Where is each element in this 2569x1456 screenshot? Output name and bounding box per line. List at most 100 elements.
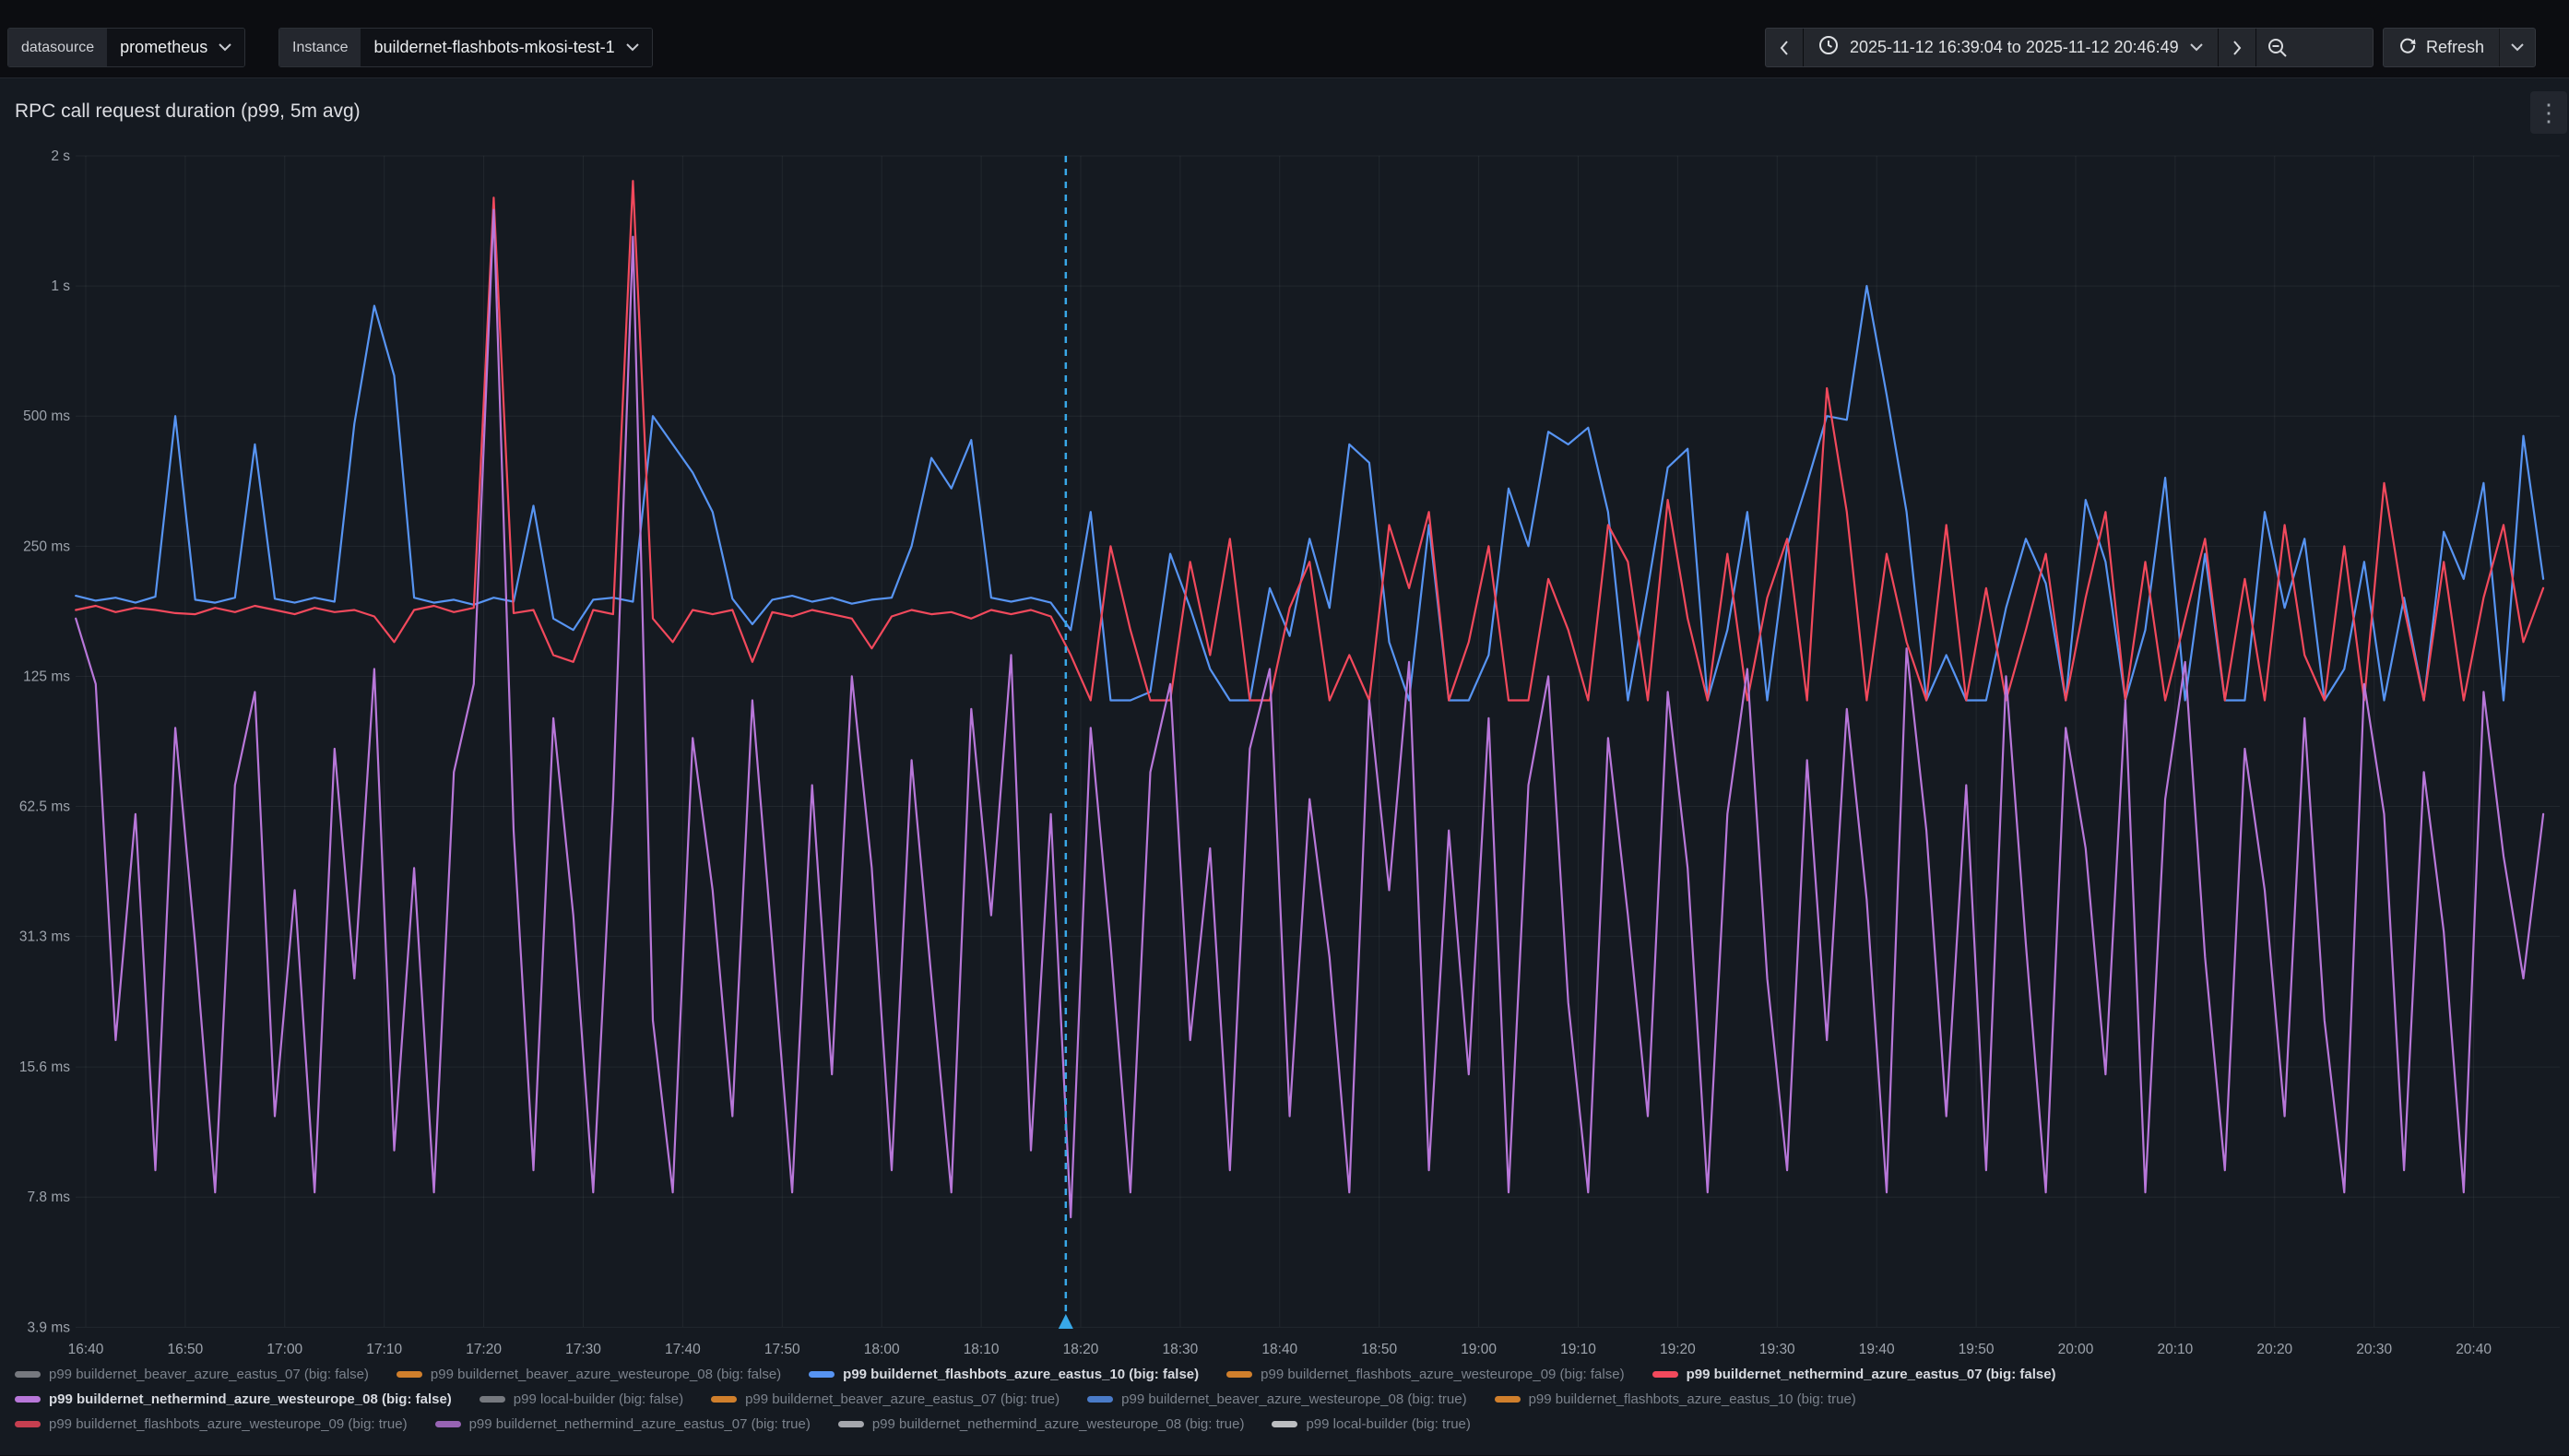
x-tick-label: 19:10 (1560, 1342, 1596, 1357)
legend-item[interactable]: p99 buildernet_flashbots_azure_westeurop… (15, 1416, 408, 1432)
x-tick-label: 16:40 (68, 1342, 104, 1357)
legend-item[interactable]: p99 buildernet_nethermind_azure_eastus_0… (435, 1416, 811, 1432)
legend-series-label: p99 buildernet_flashbots_azure_eastus_10… (1529, 1391, 1856, 1407)
legend-series-label: p99 buildernet_flashbots_azure_westeurop… (1261, 1367, 1624, 1382)
x-tick-label: 20:30 (2356, 1342, 2392, 1357)
y-tick-label: 2 s (51, 148, 70, 164)
x-tick-label: 20:00 (2058, 1342, 2094, 1357)
legend-series-marker (15, 1421, 41, 1427)
series-line-1[interactable] (76, 286, 2543, 700)
legend-series-label: p99 buildernet_nethermind_azure_eastus_0… (1687, 1367, 2056, 1382)
x-tick-label: 20:40 (2456, 1342, 2492, 1357)
chevron-down-icon (2190, 43, 2203, 52)
datasource-value-text: prometheus (120, 38, 207, 57)
legend-item[interactable]: p99 buildernet_beaver_azure_westeurope_0… (1087, 1391, 1466, 1407)
chevron-down-icon (626, 43, 639, 52)
legend-series-label: p99 buildernet_beaver_azure_westeurope_0… (431, 1367, 781, 1382)
legend-series-marker (15, 1371, 41, 1378)
legend-series-label: p99 buildernet_flashbots_azure_eastus_10… (843, 1367, 1199, 1382)
legend-series-marker (711, 1396, 737, 1403)
legend-item[interactable]: p99 buildernet_nethermind_azure_westeuro… (838, 1416, 1245, 1432)
y-tick-label: 1 s (51, 278, 70, 294)
legend-item[interactable]: p99 buildernet_flashbots_azure_westeurop… (1226, 1367, 1624, 1382)
x-tick-label: 18:00 (864, 1342, 900, 1357)
time-range-controls: 2025-11-12 16:39:04 to 2025-11-12 20:46:… (1765, 28, 2374, 67)
x-tick-label: 19:20 (1660, 1342, 1696, 1357)
legend-series-marker (1272, 1421, 1297, 1427)
legend-item[interactable]: p99 local-builder (big: false) (479, 1391, 683, 1407)
series-line-2[interactable] (76, 181, 2543, 700)
legend-row: p99 buildernet_beaver_azure_eastus_07 (b… (15, 1362, 2556, 1387)
legend-series-marker (1652, 1371, 1678, 1378)
legend-series-label: p99 local-builder (big: false) (514, 1391, 683, 1407)
legend-series-label: p99 buildernet_nethermind_azure_westeuro… (49, 1391, 452, 1407)
legend-series-marker (1495, 1396, 1521, 1403)
y-tick-label: 62.5 ms (19, 799, 70, 815)
x-tick-label: 19:40 (1859, 1342, 1895, 1357)
series-line-3[interactable] (76, 210, 2543, 1218)
legend-item[interactable]: p99 buildernet_flashbots_azure_eastus_10… (809, 1367, 1199, 1382)
legend-row: p99 buildernet_flashbots_azure_westeurop… (15, 1412, 2556, 1437)
time-range-picker[interactable]: 2025-11-12 16:39:04 to 2025-11-12 20:46:… (1804, 29, 2218, 66)
legend-series-marker (809, 1371, 835, 1378)
legend-series-marker (1087, 1396, 1113, 1403)
refresh-controls: Refresh (2383, 28, 2536, 67)
x-tick-label: 20:20 (2256, 1342, 2292, 1357)
legend-series-marker (479, 1396, 505, 1403)
legend-item[interactable]: p99 local-builder (big: true) (1272, 1416, 1470, 1432)
legend-series-label: p99 buildernet_beaver_azure_westeurope_0… (1121, 1391, 1466, 1407)
legend-series-label: p99 buildernet_nethermind_azure_eastus_0… (469, 1416, 811, 1432)
legend-series-marker (1226, 1371, 1252, 1378)
annotation-marker[interactable] (1059, 1314, 1073, 1329)
legend-series-label: p99 buildernet_beaver_azure_eastus_07 (b… (49, 1367, 369, 1382)
legend-item[interactable]: p99 buildernet_flashbots_azure_eastus_10… (1495, 1391, 1856, 1407)
legend-series-label: p99 buildernet_beaver_azure_eastus_07 (b… (745, 1391, 1060, 1407)
dashboard-toolbar: datasource prometheus Instance builderne… (0, 0, 2569, 77)
legend-series-marker (838, 1421, 864, 1427)
refresh-icon (2398, 36, 2417, 59)
timeseries-panel: RPC call request duration (p99, 5m avg) … (0, 77, 2569, 1455)
time-range-text: 2025-11-12 16:39:04 to 2025-11-12 20:46:… (1850, 38, 2179, 57)
y-tick-label: 500 ms (23, 408, 70, 424)
datasource-picker[interactable]: datasource prometheus (7, 28, 245, 67)
y-tick-label: 125 ms (23, 669, 70, 684)
x-tick-label: 20:10 (2158, 1342, 2194, 1357)
zoom-out-button[interactable] (2256, 29, 2299, 66)
instance-value[interactable]: buildernet-flashbots-mkosi-test-1 (361, 29, 651, 66)
refresh-button[interactable]: Refresh (2384, 29, 2499, 66)
legend-item[interactable]: p99 buildernet_beaver_azure_westeurope_0… (397, 1367, 781, 1382)
x-tick-label: 17:00 (266, 1342, 302, 1357)
instance-picker[interactable]: Instance buildernet-flashbots-mkosi-test… (278, 28, 653, 67)
datasource-value[interactable]: prometheus (107, 29, 244, 66)
legend-item[interactable]: p99 buildernet_beaver_azure_eastus_07 (b… (711, 1391, 1060, 1407)
legend-item[interactable]: p99 buildernet_beaver_azure_eastus_07 (b… (15, 1367, 369, 1382)
refresh-label: Refresh (2426, 38, 2484, 57)
x-tick-label: 18:40 (1261, 1342, 1297, 1357)
x-tick-label: 16:50 (168, 1342, 204, 1357)
y-tick-label: 250 ms (23, 539, 70, 554)
legend-series-marker (15, 1396, 41, 1403)
x-tick-label: 18:20 (1063, 1342, 1099, 1357)
datasource-label: datasource (8, 29, 107, 66)
x-tick-label: 19:30 (1759, 1342, 1795, 1357)
time-series-plot[interactable]: 2 s1 s500 ms250 ms125 ms62.5 ms31.3 ms15… (0, 78, 2569, 1456)
x-tick-label: 18:30 (1163, 1342, 1199, 1357)
legend-series-label: p99 buildernet_nethermind_azure_westeuro… (872, 1416, 1245, 1432)
instance-value-text: buildernet-flashbots-mkosi-test-1 (373, 38, 614, 57)
legend-series-marker (435, 1421, 461, 1427)
legend-series-marker (397, 1371, 422, 1378)
chart-legend: p99 buildernet_beaver_azure_eastus_07 (b… (15, 1362, 2556, 1437)
x-tick-label: 17:30 (565, 1342, 601, 1357)
x-tick-label: 19:50 (1959, 1342, 1995, 1357)
legend-item[interactable]: p99 buildernet_nethermind_azure_westeuro… (15, 1391, 452, 1407)
clock-icon (1818, 35, 1839, 60)
time-shift-back-button[interactable] (1766, 29, 1803, 66)
x-tick-label: 17:50 (764, 1342, 800, 1357)
x-tick-label: 17:10 (366, 1342, 402, 1357)
y-tick-label: 7.8 ms (27, 1190, 70, 1205)
time-shift-forward-button[interactable] (2219, 29, 2255, 66)
legend-item[interactable]: p99 buildernet_nethermind_azure_eastus_0… (1652, 1367, 2056, 1382)
refresh-interval-dropdown[interactable] (2499, 29, 2535, 66)
legend-series-label: p99 buildernet_flashbots_azure_westeurop… (49, 1416, 408, 1432)
legend-row: p99 buildernet_nethermind_azure_westeuro… (15, 1387, 2556, 1412)
